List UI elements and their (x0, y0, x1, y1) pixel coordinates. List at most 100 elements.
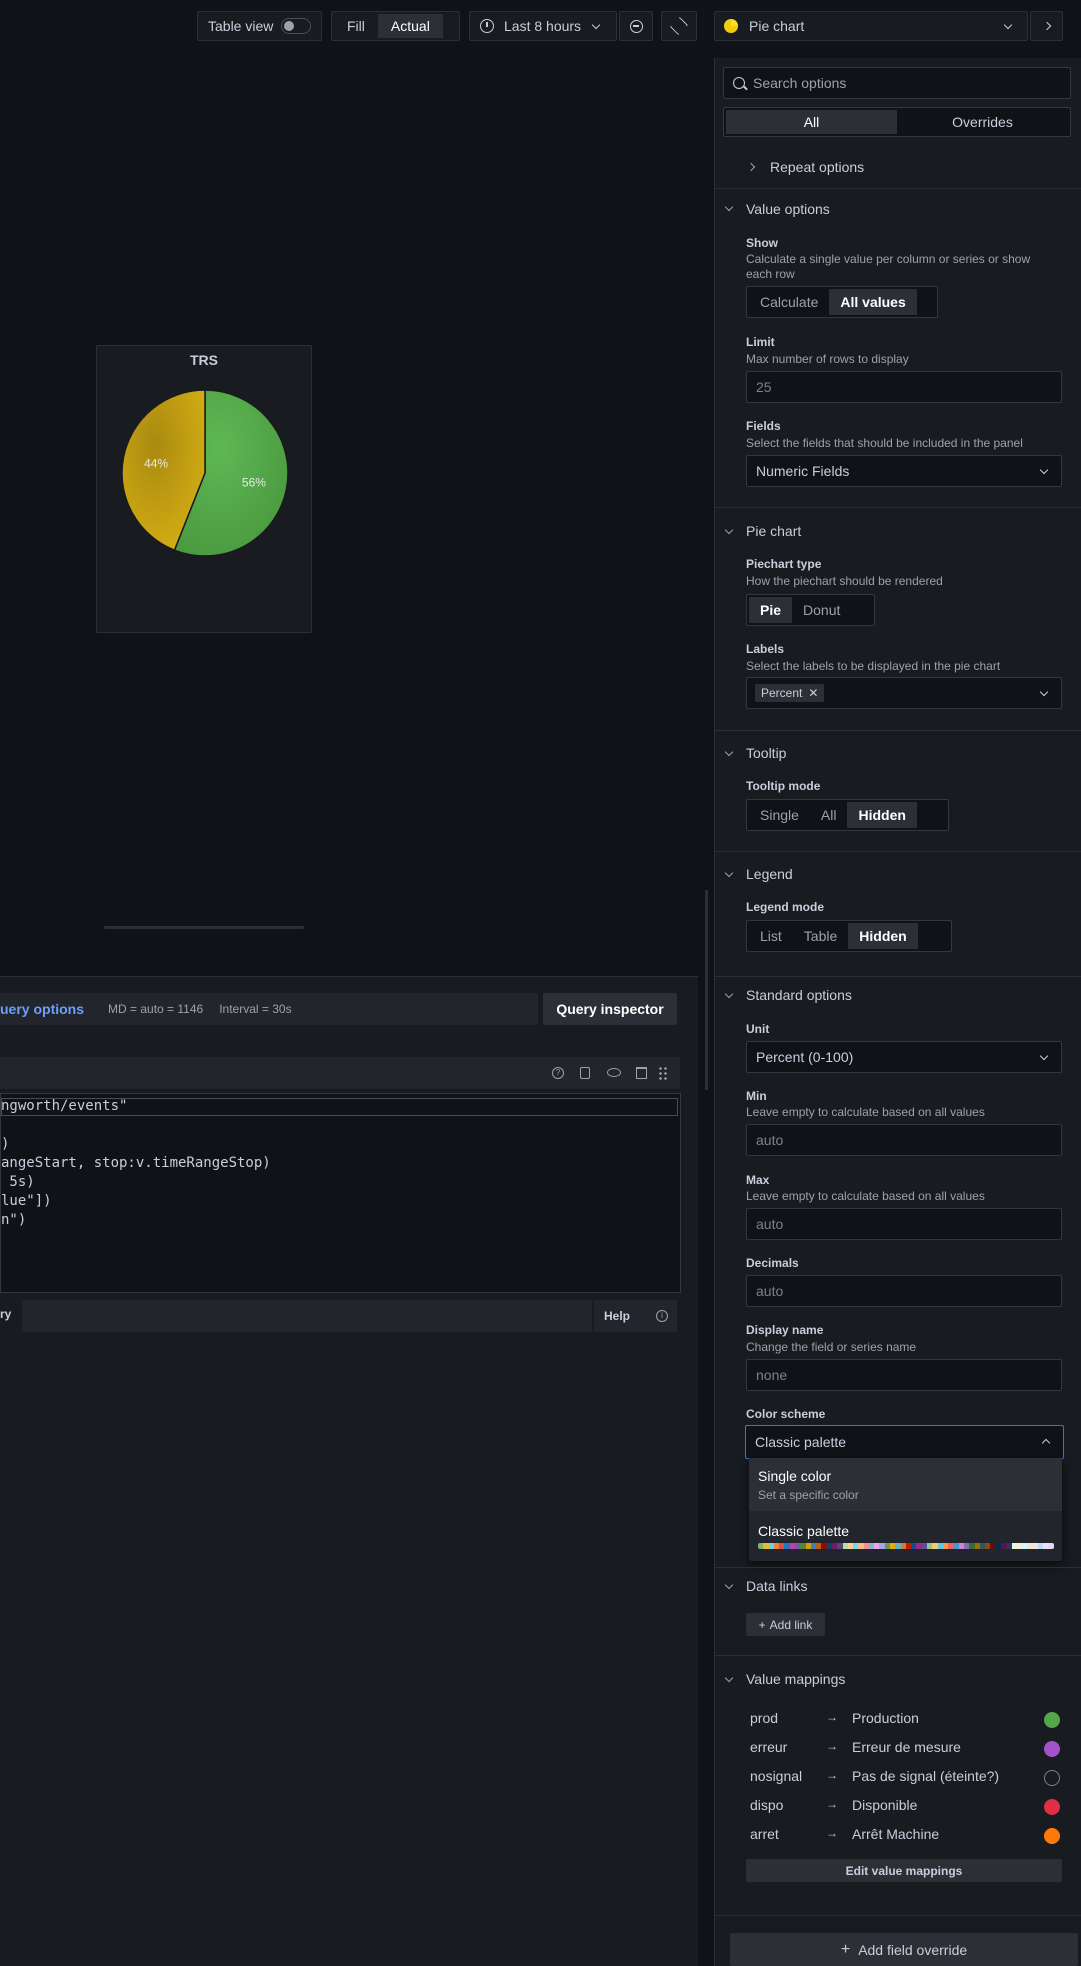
mapping-key: nosignal (750, 1768, 803, 1784)
mapping-value: Arrêt Machine (852, 1826, 940, 1842)
code-line: 5s) (1, 1174, 35, 1190)
tooltip-mode-hidden[interactable]: Hidden (847, 802, 917, 828)
panel-preview: TRS 56% 44% (96, 345, 312, 633)
remove-chip-icon[interactable]: ✕ (808, 686, 818, 700)
help-button[interactable]: Help i (594, 1300, 677, 1332)
show-radio-group: Calculate All values (746, 286, 938, 318)
decimals-input[interactable]: auto (746, 1275, 1062, 1307)
piechart-type-radio-group: Pie Donut (746, 594, 875, 626)
separator (714, 851, 1081, 852)
min-label: Min (746, 1089, 767, 1103)
unit-select[interactable]: Percent (0-100) (746, 1041, 1062, 1073)
mapping-color-dot (1044, 1799, 1060, 1815)
tab-overrides[interactable]: Overrides (897, 110, 1068, 134)
collapse-options-button[interactable] (1030, 11, 1063, 41)
chevron-down-icon (1039, 687, 1049, 697)
query-inspector-button[interactable]: Query inspector (543, 993, 677, 1025)
separator (714, 188, 1081, 189)
trash-icon[interactable] (636, 1067, 647, 1079)
tab-all[interactable]: All (726, 110, 897, 134)
edit-value-mappings-button[interactable]: Edit value mappings (746, 1859, 1062, 1882)
panel-resize-bar[interactable] (104, 926, 304, 929)
options-tabs: All Overrides (723, 107, 1071, 137)
pie-chart-icon (724, 19, 738, 33)
value-mapping-row: dispo → Disponible (750, 1797, 1060, 1817)
value-mappings-header[interactable]: Value mappings (746, 1671, 845, 1687)
piechart-type-label: Piechart type (746, 557, 822, 571)
visualization-picker[interactable]: Pie chart (714, 11, 1028, 41)
tooltip-mode-single[interactable]: Single (749, 802, 810, 828)
mapping-color-dot (1044, 1712, 1060, 1728)
piechart-type-donut[interactable]: Donut (792, 597, 851, 623)
table-view-label: Table view (208, 18, 274, 34)
show-all-values-option[interactable]: All values (829, 289, 917, 315)
legend-mode-list[interactable]: List (749, 923, 793, 949)
standard-options-header[interactable]: Standard options (746, 987, 852, 1003)
pie-chart-section-header[interactable]: Pie chart (746, 523, 801, 539)
table-view-switch[interactable] (281, 18, 312, 34)
refresh-button[interactable] (661, 11, 697, 41)
info-icon: i (656, 1310, 669, 1322)
legend-section-header[interactable]: Legend (746, 866, 793, 882)
piechart-type-pie[interactable]: Pie (749, 597, 793, 623)
limit-input[interactable]: 25 (746, 371, 1062, 403)
arrow-right-icon: → (826, 1710, 838, 1724)
time-range-picker[interactable]: Last 8 hours (469, 11, 617, 41)
drag-handle-icon[interactable] (658, 1066, 668, 1080)
value-options-header[interactable]: Value options (746, 201, 830, 217)
labels-multiselect[interactable]: Percent ✕ (746, 677, 1062, 709)
color-scheme-value: Classic palette (755, 1434, 847, 1450)
min-input[interactable]: auto (746, 1124, 1062, 1156)
color-scheme-select[interactable]: Classic palette (745, 1425, 1064, 1459)
decimals-label: Decimals (746, 1256, 799, 1270)
tooltip-mode-radio-group: Single All Hidden (746, 799, 949, 831)
fill-option[interactable]: Fill (334, 14, 378, 38)
help-icon[interactable]: ? (552, 1067, 564, 1079)
menu-option-classic-palette[interactable]: Classic palette (749, 1511, 1062, 1561)
zoom-out-button[interactable] (619, 11, 653, 41)
code-line: ngworth/events" (1, 1098, 128, 1114)
display-name-input[interactable]: none (746, 1359, 1062, 1391)
separator (714, 1655, 1081, 1656)
chevron-down-icon (1039, 465, 1049, 475)
mapping-value: Production (852, 1710, 919, 1726)
value-mapping-row: prod → Production (750, 1710, 1060, 1730)
data-links-header[interactable]: Data links (746, 1578, 807, 1594)
query-options-label[interactable]: uery options (0, 1001, 84, 1017)
actual-option[interactable]: Actual (377, 14, 443, 38)
query-footer-left: ry (0, 1307, 12, 1321)
code-line: lue"]) (1, 1193, 52, 1209)
show-calculate-option[interactable]: Calculate (749, 289, 829, 315)
panel-title: TRS (190, 352, 218, 368)
add-field-override-button[interactable]: + Add field override (730, 1933, 1078, 1966)
time-range-label: Last 8 hours (504, 18, 582, 34)
fields-select[interactable]: Numeric Fields (746, 455, 1062, 487)
pane-splitter[interactable] (705, 890, 708, 1090)
menu-option-single-color[interactable]: Single color Set a specific color (749, 1458, 1062, 1511)
add-link-button[interactable]: + Add link (746, 1613, 825, 1636)
chevron-down-icon (1039, 1051, 1049, 1061)
search-options-input[interactable]: Search options (723, 67, 1071, 99)
legend-mode-hidden[interactable]: Hidden (848, 923, 918, 949)
query-footer-input[interactable] (22, 1300, 592, 1332)
palette-color-swatch (1048, 1543, 1054, 1549)
repeat-options-header[interactable]: Repeat options (770, 159, 864, 175)
eye-icon[interactable] (607, 1068, 621, 1077)
percent-chip-label: Percent (761, 686, 803, 700)
max-input[interactable]: auto (746, 1208, 1062, 1240)
table-view-toggle-group[interactable]: Table view (197, 11, 322, 41)
arrow-right-icon: → (826, 1739, 838, 1753)
query-code-editor[interactable]: ngworth/events") angeStart, stop:v.timeRa… (0, 1093, 681, 1293)
display-name-description: Change the field or series name (746, 1340, 917, 1354)
unit-label: Unit (746, 1022, 770, 1036)
legend-mode-table[interactable]: Table (793, 923, 848, 949)
mapping-key: dispo (750, 1797, 784, 1813)
show-description: Calculate a single value per column or s… (746, 252, 1031, 281)
pie-chart: 56% 44% (121, 389, 289, 557)
tooltip-section-header[interactable]: Tooltip (746, 745, 786, 761)
duplicate-icon[interactable] (580, 1067, 590, 1079)
pie-slice-label: 44% (144, 457, 168, 471)
pie-slice-label: 56% (242, 475, 266, 489)
query-options-bar[interactable]: uery options MD = auto = 1146 Interval =… (0, 993, 538, 1025)
tooltip-mode-all[interactable]: All (810, 802, 848, 828)
